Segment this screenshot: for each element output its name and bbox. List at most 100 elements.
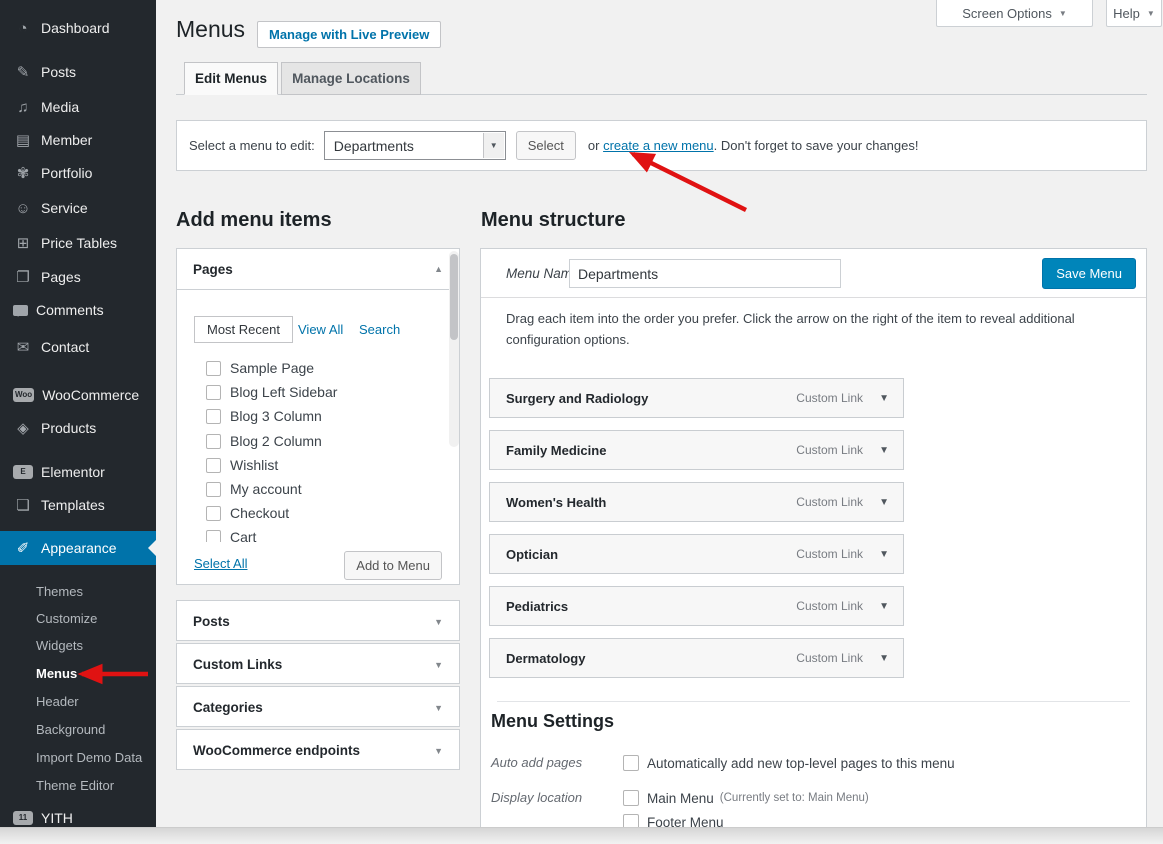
menu-name-input[interactable]	[569, 259, 841, 288]
pages-panel-header[interactable]: Pages ▲	[177, 249, 459, 290]
sidebar-item-service[interactable]: ☺ Service	[0, 191, 156, 225]
accordion-header[interactable]: Posts ▼	[177, 601, 459, 642]
collapse-up-icon[interactable]: ▲	[434, 264, 443, 274]
structure-description: Drag each item into the order you prefer…	[506, 308, 1111, 350]
page-checklist-item: Wishlist	[194, 453, 278, 477]
screen-options-label: Screen Options	[962, 6, 1052, 21]
menu-structure-panel: Menu Name Save Menu Drag each item into …	[480, 248, 1147, 844]
expand-down-icon[interactable]: ▼	[879, 601, 889, 612]
create-a-new-menu-link[interactable]: create a new menu	[603, 138, 714, 153]
select-button[interactable]: Select	[516, 131, 576, 160]
accordion-header[interactable]: WooCommerce endpoints ▼	[177, 730, 459, 771]
admin-sidebar: ◔ Dashboard ✎ Posts ♫ Media ▤ Member ✾ P…	[0, 0, 156, 844]
expand-down-icon[interactable]: ▼	[434, 660, 443, 670]
expand-down-icon[interactable]: ▼	[879, 393, 889, 404]
select-menu-bar: Select a menu to edit: Departments ▼ Sel…	[176, 120, 1147, 171]
expand-down-icon[interactable]: ▼	[879, 445, 889, 456]
sidebar-item-templates[interactable]: ❏ Templates	[0, 488, 156, 522]
select-all-link[interactable]: Select All	[194, 556, 247, 571]
checkbox[interactable]	[206, 434, 221, 449]
accordion-categories: Categories ▼	[176, 686, 460, 727]
add-menu-items-heading: Add menu items	[176, 209, 332, 232]
auto-add-checkbox[interactable]	[623, 755, 639, 771]
chevron-down-icon: ▼	[483, 133, 504, 158]
checkbox[interactable]	[206, 361, 221, 376]
sidebar-sub-customize[interactable]: Customize	[0, 605, 156, 631]
sidebar-item-member[interactable]: ▤ Member	[0, 123, 156, 157]
expand-down-icon[interactable]: ▼	[434, 746, 443, 756]
sidebar-sub-header[interactable]: Header	[0, 688, 156, 714]
add-to-menu-button[interactable]: Add to Menu	[344, 551, 442, 580]
location-checkbox[interactable]	[623, 790, 639, 806]
menu-item-row[interactable]: Optician Custom Link ▼	[489, 534, 904, 574]
create-menu-sentence: or create a new menu. Don't forget to sa…	[588, 138, 919, 153]
page-title: Menus	[176, 16, 245, 43]
award-ribbon-icon: ✾	[13, 166, 33, 181]
sidebar-sub-theme-editor[interactable]: Theme Editor	[0, 772, 156, 798]
accordion-header[interactable]: Categories ▼	[177, 687, 459, 728]
menu-structure-heading: Menu structure	[481, 209, 625, 232]
sidebar-item-dashboard[interactable]: ◔ Dashboard	[0, 11, 156, 45]
sidebar-item-comments[interactable]: Comments	[0, 293, 156, 327]
help-button[interactable]: Help ▼	[1106, 0, 1162, 27]
checkbox[interactable]	[206, 482, 221, 497]
settings-divider	[497, 701, 1130, 702]
checkbox[interactable]	[206, 409, 221, 424]
expand-down-icon[interactable]: ▼	[879, 549, 889, 560]
page-checklist-item: Blog 3 Column	[194, 404, 322, 428]
sidebar-sub-themes[interactable]: Themes	[0, 578, 156, 604]
accordion-header[interactable]: Custom Links ▼	[177, 644, 459, 685]
tab-search[interactable]: Search	[359, 322, 400, 337]
checkbox[interactable]	[206, 458, 221, 473]
checkbox[interactable]	[206, 530, 221, 543]
save-reminder-text: . Don't forget to save your changes!	[714, 138, 919, 153]
id-card-icon: ▤	[13, 133, 33, 148]
menu-item-row[interactable]: Women's Health Custom Link ▼	[489, 482, 904, 522]
menu-select[interactable]: Departments ▼	[324, 131, 506, 160]
expand-down-icon[interactable]: ▼	[879, 497, 889, 508]
auto-add-pages-label: Auto add pages	[491, 755, 582, 770]
sidebar-item-appearance[interactable]: ✐ Appearance	[0, 531, 156, 565]
sidebar-sub-import-demo-data[interactable]: Import Demo Data	[0, 744, 156, 770]
menu-item-row[interactable]: Dermatology Custom Link ▼	[489, 638, 904, 678]
sidebar-item-elementor[interactable]: E Elementor	[0, 455, 156, 489]
sidebar-item-media[interactable]: ♫ Media	[0, 90, 156, 124]
sidebar-item-woocommerce[interactable]: Woo WooCommerce	[0, 378, 156, 412]
checkbox[interactable]	[206, 506, 221, 521]
chevron-down-icon: ▼	[1147, 9, 1155, 18]
tab-edit-menus[interactable]: Edit Menus	[184, 62, 278, 95]
checkbox[interactable]	[206, 385, 221, 400]
tab-most-recent[interactable]: Most Recent	[194, 316, 293, 343]
tab-manage-locations[interactable]: Manage Locations	[281, 62, 421, 95]
sidebar-sub-background[interactable]: Background	[0, 716, 156, 742]
scrollbar[interactable]	[449, 251, 459, 447]
auto-add-pages-row: Automatically add new top-level pages to…	[623, 753, 955, 773]
expand-down-icon[interactable]: ▼	[879, 653, 889, 664]
sidebar-item-posts[interactable]: ✎ Posts	[0, 55, 156, 89]
select-menu-label: Select a menu to edit:	[189, 138, 315, 153]
auto-add-text: Automatically add new top-level pages to…	[647, 756, 955, 771]
scrollbar-thumb[interactable]	[450, 254, 458, 340]
sidebar-item-price-tables[interactable]: ⊞ Price Tables	[0, 226, 156, 260]
sidebar-item-portfolio[interactable]: ✾ Portfolio	[0, 156, 156, 190]
sidebar-item-contact[interactable]: ✉ Contact	[0, 330, 156, 364]
save-menu-button[interactable]: Save Menu	[1042, 258, 1136, 289]
accordion-posts: Posts ▼	[176, 600, 460, 641]
sidebar-sub-widgets[interactable]: Widgets	[0, 632, 156, 658]
sidebar-item-products[interactable]: ◈ Products	[0, 411, 156, 445]
tab-view-all[interactable]: View All	[298, 322, 343, 337]
menu-item-row[interactable]: Pediatrics Custom Link ▼	[489, 586, 904, 626]
manage-live-preview-button[interactable]: Manage with Live Preview	[257, 21, 441, 48]
or-text: or	[588, 138, 600, 153]
sidebar-sub-menus[interactable]: Menus	[0, 660, 156, 686]
sidebar-item-pages[interactable]: ❐ Pages	[0, 260, 156, 294]
cube-icon: ◈	[13, 421, 33, 436]
menu-item-row[interactable]: Family Medicine Custom Link ▼	[489, 430, 904, 470]
paintbrush-icon: ✐	[13, 541, 33, 556]
expand-down-icon[interactable]: ▼	[434, 703, 443, 713]
accordion-custom-links: Custom Links ▼	[176, 643, 460, 684]
expand-down-icon[interactable]: ▼	[434, 617, 443, 627]
menu-item-row[interactable]: Surgery and Radiology Custom Link ▼	[489, 378, 904, 418]
screen-options-button[interactable]: Screen Options ▼	[936, 0, 1093, 27]
menu-select-value: Departments	[334, 138, 414, 154]
